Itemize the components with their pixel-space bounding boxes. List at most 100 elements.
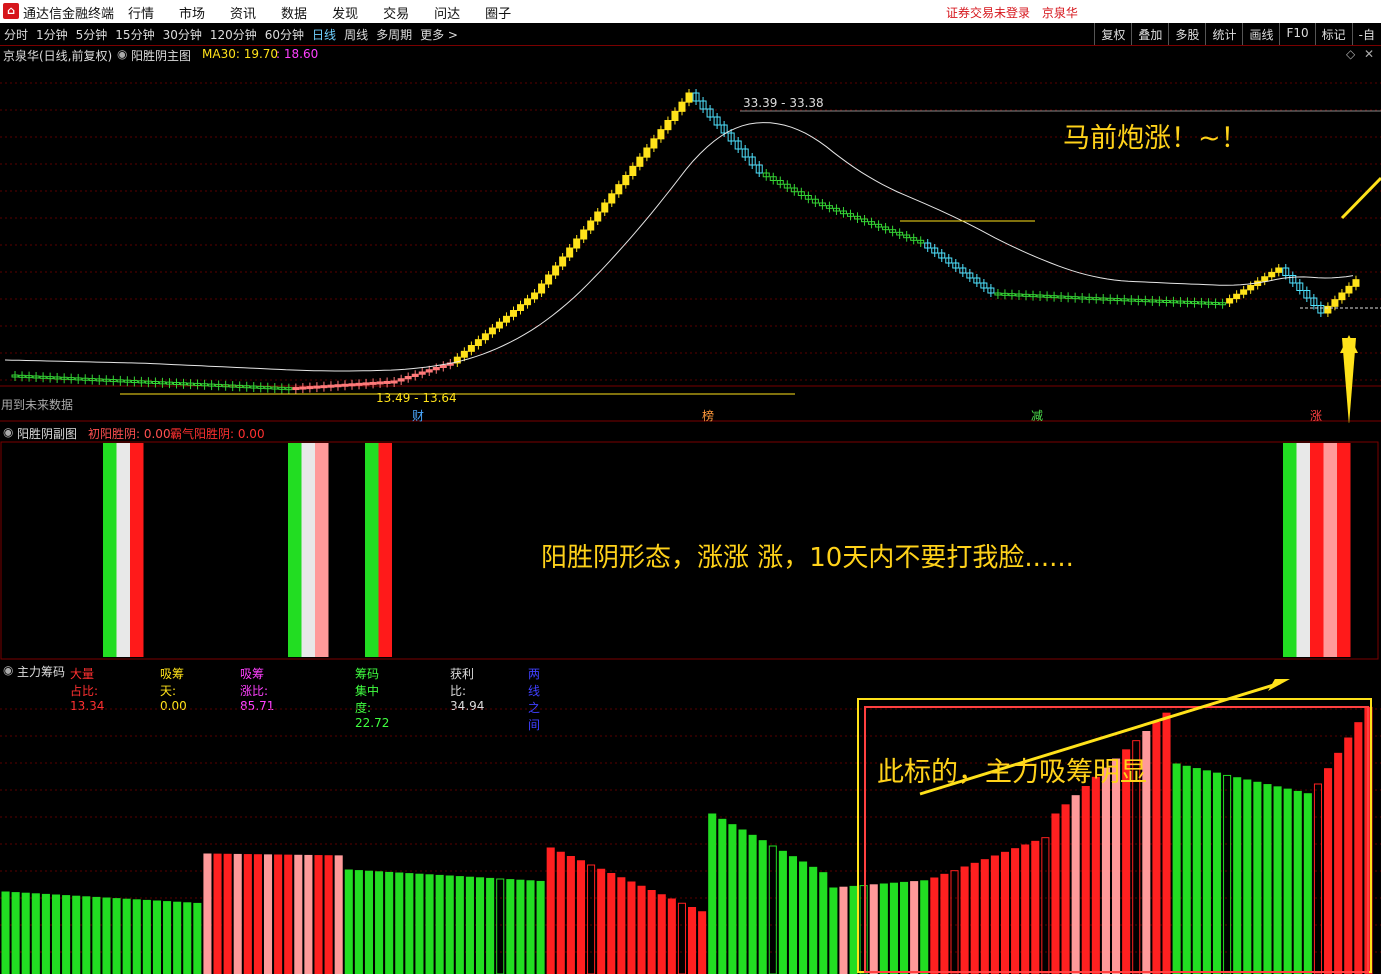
period-tab-7[interactable]: 日线	[308, 26, 340, 43]
chip-bar	[647, 890, 656, 974]
chip-bar	[465, 876, 474, 974]
period-tab-0[interactable]: 分时	[0, 26, 32, 43]
menu-item-6[interactable]: 问达	[434, 3, 460, 22]
candle-body	[397, 378, 405, 382]
tool-button-3[interactable]: 统计	[1205, 23, 1242, 45]
chip-toggle-icon[interactable]: ◉	[3, 663, 13, 677]
chip-annotation: 此标的，主力吸筹明显	[877, 757, 1147, 788]
menu-item-5[interactable]: 交易	[383, 3, 409, 22]
chip-bar	[869, 884, 878, 974]
signal-bar	[1310, 443, 1324, 657]
tool-button-0[interactable]: 复权	[1094, 23, 1131, 45]
candle-body	[657, 129, 665, 140]
login-area: 证券交易未登录 京泉华	[946, 4, 1086, 21]
candle-body	[643, 147, 651, 158]
diamond-icon[interactable]: ◇	[1346, 47, 1355, 61]
event-marker-3[interactable]: 涨	[1310, 407, 1322, 424]
chip-bar	[112, 898, 121, 974]
sub-toggle-icon[interactable]: ◉	[3, 425, 13, 439]
candle-body	[488, 327, 496, 335]
tool-button-7[interactable]: -自	[1351, 23, 1381, 45]
chip-bar	[526, 880, 535, 974]
period-tab-4[interactable]: 30分钟	[159, 26, 206, 43]
candle-body	[1233, 293, 1241, 300]
chip-bar	[516, 879, 525, 974]
menu-item-7[interactable]: 圈子	[485, 3, 511, 22]
chip-bar	[1081, 786, 1090, 974]
candle-body	[306, 386, 314, 390]
chip-bar	[698, 911, 707, 974]
chip-bar	[829, 887, 838, 974]
signal-bar	[378, 443, 392, 657]
menu-item-3[interactable]: 数据	[281, 3, 307, 22]
chip-bar	[253, 854, 262, 974]
menu-item-1[interactable]: 市场	[179, 3, 205, 22]
candle-body	[1268, 271, 1276, 278]
chip-bar	[546, 847, 555, 974]
chip-bar	[193, 902, 202, 974]
chip-bar	[910, 881, 919, 974]
candle-body	[524, 298, 532, 306]
candle-body	[334, 384, 342, 388]
chip-bar	[990, 855, 999, 974]
chip-bar	[304, 854, 313, 974]
chip-bar	[1283, 788, 1292, 974]
candle-body	[1331, 299, 1339, 307]
chip-bar	[223, 853, 232, 974]
chip-bar	[900, 881, 909, 974]
chip-bar	[1293, 790, 1302, 974]
chip-bar	[445, 875, 454, 974]
candle-body	[341, 383, 349, 387]
candle-body	[1275, 267, 1283, 273]
period-tab-5[interactable]: 120分钟	[206, 26, 261, 43]
chip-bar	[1, 891, 10, 974]
chip-bar	[41, 893, 50, 974]
main-indicator-name[interactable]: 阳胜阴主图	[131, 47, 191, 64]
login-status-link[interactable]: 证券交易未登录	[946, 6, 1030, 20]
chip-bar	[637, 885, 646, 974]
tool-button-5[interactable]: F10	[1279, 23, 1314, 45]
period-tab-6[interactable]: 60分钟	[261, 26, 308, 43]
period-tab-2[interactable]: 5分钟	[72, 26, 112, 43]
candle-body	[559, 256, 567, 267]
candle-body	[580, 229, 588, 240]
menu-item-2[interactable]: 资讯	[230, 3, 256, 22]
tool-button-1[interactable]: 叠加	[1131, 23, 1168, 45]
period-tab-1[interactable]: 1分钟	[32, 26, 72, 43]
chip-bar	[627, 881, 636, 974]
chip-bar	[92, 896, 101, 974]
tool-button-2[interactable]: 多股	[1168, 23, 1205, 45]
event-marker-2[interactable]: 减	[1031, 407, 1043, 424]
chip-bar	[597, 868, 606, 974]
close-icon[interactable]: ✕	[1364, 47, 1374, 61]
tool-button-6[interactable]: 标记	[1314, 23, 1352, 45]
event-marker-1[interactable]: 榜	[702, 407, 714, 424]
candle-body	[552, 265, 560, 276]
candle-body	[1324, 305, 1332, 314]
candle-body	[404, 376, 412, 380]
candle-body	[1226, 298, 1234, 304]
chip-bar	[82, 896, 91, 974]
chip-volume-chart[interactable]	[0, 679, 1381, 974]
candle-body	[432, 367, 440, 371]
menu-item-4[interactable]: 发现	[332, 3, 358, 22]
period-tab-10[interactable]: 更多 >	[416, 26, 462, 43]
period-tab-3[interactable]: 15分钟	[111, 26, 158, 43]
chip-chart-title[interactable]: 主力筹码	[17, 663, 65, 680]
chip-bar	[718, 818, 727, 974]
candle-body	[1352, 279, 1360, 287]
candle-body	[608, 193, 616, 204]
indicator-toggle-icon[interactable]: ◉	[117, 47, 127, 61]
candle-body	[355, 382, 363, 386]
sub-chart-title[interactable]: 阳胜阴副图	[17, 425, 77, 442]
menu-item-0[interactable]: 行情	[128, 3, 154, 22]
candle-body	[671, 110, 679, 121]
tool-button-4[interactable]: 画线	[1242, 23, 1279, 45]
period-tab-8[interactable]: 周线	[340, 26, 372, 43]
candle-body	[383, 380, 391, 384]
candle-body	[545, 274, 553, 285]
event-marker-0[interactable]: 财	[412, 407, 424, 424]
chip-bar	[758, 840, 767, 974]
period-tab-9[interactable]: 多周期	[372, 26, 416, 43]
candle-body	[1240, 289, 1248, 295]
